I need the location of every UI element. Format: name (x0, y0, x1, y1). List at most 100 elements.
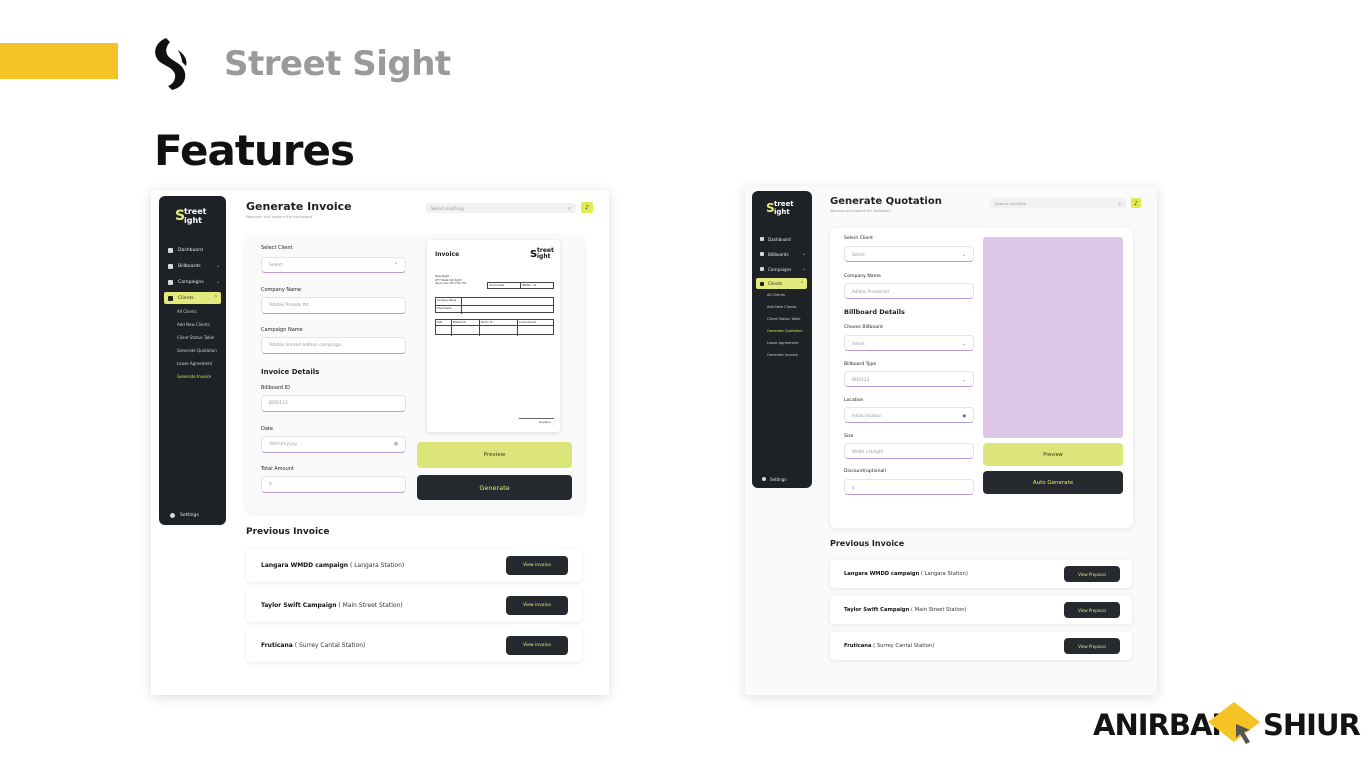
company-name-label: Company Name (261, 287, 302, 293)
company-name-field[interactable]: Adidas Private ltd (261, 297, 406, 314)
billboard-type-dropdown[interactable]: BOO123 ⌄ (844, 371, 974, 387)
view-proposal-button[interactable]: View Proposal (1064, 638, 1120, 654)
author-watermark: ANIRBAN SHIUR (1093, 700, 1361, 750)
accent-bar (0, 43, 118, 79)
company-name-field[interactable]: Adidas Private ltd (844, 283, 974, 299)
previous-invoice-row: Fruticana ( Surrey Cantal Station) View … (246, 629, 582, 662)
view-invoice-button[interactable]: View invoice (506, 596, 568, 615)
sidebar-sub-add-clients[interactable]: Add New Clients (177, 322, 210, 327)
location-label: Location (844, 398, 864, 403)
size-field[interactable]: Width x Height (844, 443, 974, 459)
date-field[interactable]: dd/mm/yyyy ▦ (261, 436, 406, 453)
search-input[interactable]: Search anything ⚲ (990, 198, 1126, 208)
gear-icon (762, 477, 766, 481)
street-sight-logo-icon (155, 38, 187, 90)
company-name-label: Company Name (844, 274, 881, 279)
quotation-screen: S treet ight Dashboard Billboards ⌄ Campa… (745, 186, 1157, 695)
sidebar-item-billboards[interactable]: Billboards ⌄ (168, 262, 220, 270)
clients-icon (760, 281, 764, 286)
choose-billboard-dropdown[interactable]: Select ⌄ (844, 335, 974, 351)
page-title: Generate Invoice (246, 200, 352, 213)
location-pin-icon: ● (962, 412, 966, 418)
sidebar-sub-all-clients[interactable]: All Clients (767, 293, 785, 297)
sidebar-sub-generate-quotation[interactable]: Generate Quotation (767, 329, 803, 333)
paper-invoice-meta: Invoice Date INV000 - 01 (487, 282, 554, 289)
sidebar-item-campaigns[interactable]: Campaigns ⌄ (168, 278, 220, 286)
sidebar-sub-all-clients[interactable]: All Clients (177, 309, 197, 314)
previous-invoice-row: Taylor Swift Campaign ( Main Street Stat… (246, 589, 582, 622)
notification-bell-icon[interactable]: ♪ (1131, 198, 1141, 208)
previous-invoice-heading: Previous Invoice (246, 527, 330, 537)
previous-invoice-row: Langara WMDD campaign ( Langara Station)… (246, 549, 582, 582)
chevron-down-icon: ⌄ (962, 376, 966, 382)
paper-client-table: Company Name Client Name (435, 297, 554, 314)
invoice-form-card: Select Client Select ⌃ Company Name Adida… (246, 235, 584, 513)
discount-label: Discount(optional) (844, 469, 887, 474)
sidebar-item-campaigns[interactable]: Campaigns ⌄ (760, 265, 806, 273)
sidebar-item-dashboard[interactable]: Dashboard (168, 246, 220, 254)
view-proposal-button[interactable]: View Proposal (1064, 602, 1120, 618)
notification-bell-icon[interactable]: ♪ (581, 202, 593, 213)
view-invoice-button[interactable]: View invoice (506, 636, 568, 655)
view-proposal-button[interactable]: View Proposal (1064, 566, 1120, 582)
sidebar-item-settings[interactable]: Settings (762, 475, 802, 483)
paper-signature-line (519, 418, 554, 419)
sidebar-sub-generate-invoice[interactable]: Generate Invoice (177, 374, 211, 379)
location-field[interactable]: Initial location ● (844, 407, 974, 423)
gear-icon (170, 512, 175, 518)
chevron-down-icon: ⌄ (215, 263, 220, 269)
sidebar-sub-generate-invoice[interactable]: Generate Invoice (767, 353, 798, 357)
invoice-preview-paper: Invoice S treet ight Streetsight W77 Roa… (427, 240, 560, 432)
previous-proposal-row: Fruticana ( Surrey Cantal Station) View … (830, 632, 1132, 660)
paper-signature: Signature (539, 421, 551, 424)
sidebar-item-clients[interactable]: Clients ⌃ (756, 278, 807, 289)
select-client-dropdown[interactable]: Select ⌃ (261, 257, 406, 273)
calendar-icon[interactable]: ▦ (394, 442, 398, 447)
sidebar-item-billboards[interactable]: Billboards ⌄ (760, 250, 806, 258)
search-icon: ⚲ (1118, 200, 1121, 206)
generate-button[interactable]: Generate (417, 475, 572, 500)
previous-proposal-row: Langara WMDD campaign ( Langara Station)… (830, 560, 1132, 588)
billboard-details-heading: Billboard Details (844, 308, 905, 316)
billboard-icon (760, 252, 764, 256)
slide: Street Sight Features S treet ight Dashb… (0, 0, 1366, 768)
sidebar-sub-add-clients[interactable]: Add New Clients (767, 305, 796, 309)
campaign-name-label: Campaign Name (261, 327, 303, 333)
cursor-diamond-icon (1208, 702, 1260, 744)
discount-field[interactable]: $ (844, 479, 974, 495)
search-icon: ⚲ (568, 205, 571, 211)
sidebar-sub-lease-agreement[interactable]: Lease Agreement (177, 361, 212, 366)
campaign-icon (760, 267, 764, 271)
auto-generate-button[interactable]: Auto Generate (983, 471, 1123, 494)
billboard-id-field[interactable]: BOO123 (261, 395, 406, 412)
size-label: Size (844, 434, 854, 439)
select-client-label: Select Client (261, 245, 293, 251)
sidebar-item-clients[interactable]: Clients ⌃ (164, 292, 221, 304)
preview-button[interactable]: Preview (417, 442, 572, 468)
sidebar-item-dashboard[interactable]: Dashboard (760, 235, 806, 243)
chevron-down-icon: ⌄ (801, 266, 806, 272)
sidebar-sub-lease-agreement[interactable]: Lease Agreement (767, 341, 799, 345)
total-amount-field[interactable]: $ (261, 476, 406, 493)
invoice-screen: S treet ight Dashboard Billboards ⌄ Campa… (151, 190, 609, 695)
sidebar-sub-client-status[interactable]: Client Status Table (177, 335, 214, 340)
date-label: Date (261, 426, 273, 432)
chevron-up-icon: ⌃ (213, 295, 218, 301)
billboard-icon (168, 263, 173, 269)
chevron-down-icon: ⌄ (962, 340, 966, 346)
brand-name: Street Sight (224, 44, 451, 84)
preview-button[interactable]: Preview (983, 443, 1123, 466)
select-client-dropdown[interactable]: Select ⌄ (844, 246, 974, 262)
view-invoice-button[interactable]: View invoice (506, 556, 568, 575)
sidebar-sub-client-status[interactable]: Client Status Table (767, 317, 800, 321)
section-title: Features (154, 126, 355, 175)
sidebar-item-settings[interactable]: Settings (170, 511, 215, 519)
invoice-details-heading: Invoice Details (261, 368, 320, 376)
campaign-name-field[interactable]: Adidas limited edition campaign (261, 337, 406, 354)
choose-billboard-label: Choose Billboard (844, 325, 883, 330)
select-client-label: Select Client (844, 236, 873, 241)
sidebar-sub-generate-quotation[interactable]: Generate Quotation (177, 348, 217, 353)
sidebar: S treet ight Dashboard Billboards ⌄ Campa… (159, 196, 226, 525)
paper-items-table: Date Billboard ID Period / Hr Invoice Am… (435, 319, 554, 336)
search-input[interactable]: Search anything ⚲ (426, 203, 576, 213)
